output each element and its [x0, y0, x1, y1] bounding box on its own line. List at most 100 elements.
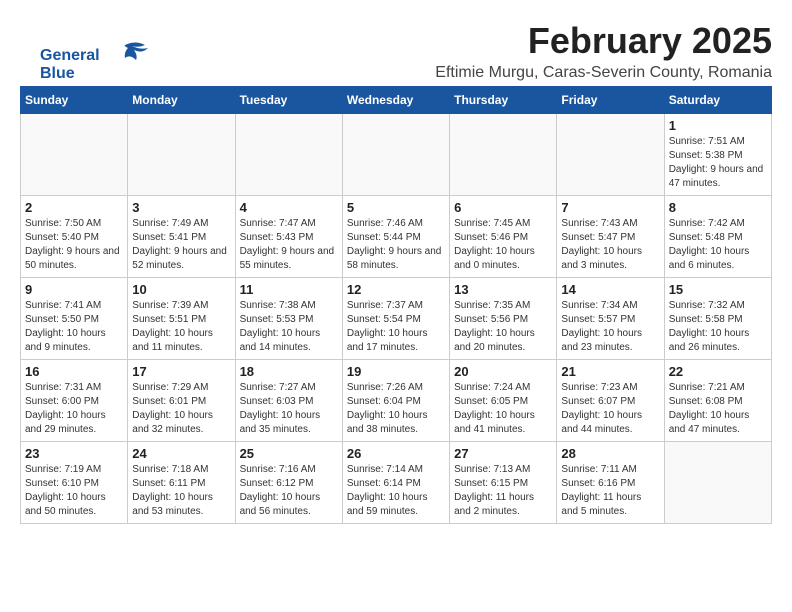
- day-info: Sunrise: 7:37 AM Sunset: 5:54 PM Dayligh…: [347, 299, 445, 355]
- day-number: 1: [669, 118, 767, 133]
- day-number: 6: [454, 200, 552, 215]
- calendar-cell: 6 Sunrise: 7:45 AM Sunset: 5:46 PM Daylig…: [450, 196, 557, 278]
- day-number: 22: [669, 364, 767, 379]
- day-number: 28: [561, 446, 659, 461]
- calendar-cell: 7 Sunrise: 7:43 AM Sunset: 5:47 PM Daylig…: [557, 196, 664, 278]
- calendar-cell: 11 Sunrise: 7:38 AM Sunset: 5:53 PM Dayli…: [235, 278, 342, 360]
- weekday-thursday: Thursday: [450, 87, 557, 114]
- day-number: 4: [240, 200, 338, 215]
- calendar-cell: 2 Sunrise: 7:50 AM Sunset: 5:40 PM Daylig…: [21, 196, 128, 278]
- weekday-sunday: Sunday: [21, 87, 128, 114]
- weekday-header-row: SundayMondayTuesdayWednesdayThursdayFrid…: [21, 87, 772, 114]
- calendar-cell: 17 Sunrise: 7:29 AM Sunset: 6:01 PM Dayli…: [128, 360, 235, 442]
- day-info: Sunrise: 7:49 AM Sunset: 5:41 PM Dayligh…: [132, 217, 230, 273]
- calendar-cell: 28 Sunrise: 7:11 AM Sunset: 6:16 PM Dayli…: [557, 442, 664, 524]
- day-number: 7: [561, 200, 659, 215]
- day-info: Sunrise: 7:47 AM Sunset: 5:43 PM Dayligh…: [240, 217, 338, 273]
- calendar-cell: [21, 114, 128, 196]
- day-info: Sunrise: 7:50 AM Sunset: 5:40 PM Dayligh…: [25, 217, 123, 273]
- calendar-cell: 22 Sunrise: 7:21 AM Sunset: 6:08 PM Dayli…: [664, 360, 771, 442]
- calendar-cell: 4 Sunrise: 7:47 AM Sunset: 5:43 PM Daylig…: [235, 196, 342, 278]
- day-info: Sunrise: 7:34 AM Sunset: 5:57 PM Dayligh…: [561, 299, 659, 355]
- day-number: 19: [347, 364, 445, 379]
- day-info: Sunrise: 7:18 AM Sunset: 6:11 PM Dayligh…: [132, 463, 230, 519]
- calendar-cell: [450, 114, 557, 196]
- calendar-cell: 18 Sunrise: 7:27 AM Sunset: 6:03 PM Dayli…: [235, 360, 342, 442]
- calendar-week-3: 9 Sunrise: 7:41 AM Sunset: 5:50 PM Daylig…: [21, 278, 772, 360]
- weekday-friday: Friday: [557, 87, 664, 114]
- day-info: Sunrise: 7:31 AM Sunset: 6:00 PM Dayligh…: [25, 381, 123, 437]
- calendar-cell: 24 Sunrise: 7:18 AM Sunset: 6:11 PM Dayli…: [128, 442, 235, 524]
- day-number: 15: [669, 282, 767, 297]
- calendar-week-5: 23 Sunrise: 7:19 AM Sunset: 6:10 PM Dayli…: [21, 442, 772, 524]
- day-number: 5: [347, 200, 445, 215]
- day-info: Sunrise: 7:45 AM Sunset: 5:46 PM Dayligh…: [454, 217, 552, 273]
- day-number: 13: [454, 282, 552, 297]
- calendar-cell: 3 Sunrise: 7:49 AM Sunset: 5:41 PM Daylig…: [128, 196, 235, 278]
- day-info: Sunrise: 7:11 AM Sunset: 6:16 PM Dayligh…: [561, 463, 659, 519]
- day-number: 8: [669, 200, 767, 215]
- calendar-cell: 20 Sunrise: 7:24 AM Sunset: 6:05 PM Dayli…: [450, 360, 557, 442]
- calendar-table: SundayMondayTuesdayWednesdayThursdayFrid…: [20, 86, 772, 524]
- day-info: Sunrise: 7:42 AM Sunset: 5:48 PM Dayligh…: [669, 217, 767, 273]
- calendar-cell: 16 Sunrise: 7:31 AM Sunset: 6:00 PM Dayli…: [21, 360, 128, 442]
- calendar-week-4: 16 Sunrise: 7:31 AM Sunset: 6:00 PM Dayli…: [21, 360, 772, 442]
- day-number: 12: [347, 282, 445, 297]
- day-number: 16: [25, 364, 123, 379]
- day-info: Sunrise: 7:29 AM Sunset: 6:01 PM Dayligh…: [132, 381, 230, 437]
- weekday-tuesday: Tuesday: [235, 87, 342, 114]
- calendar-cell: 26 Sunrise: 7:14 AM Sunset: 6:14 PM Dayli…: [342, 442, 449, 524]
- day-info: Sunrise: 7:41 AM Sunset: 5:50 PM Dayligh…: [25, 299, 123, 355]
- day-info: Sunrise: 7:19 AM Sunset: 6:10 PM Dayligh…: [25, 463, 123, 519]
- calendar-cell: 14 Sunrise: 7:34 AM Sunset: 5:57 PM Dayli…: [557, 278, 664, 360]
- day-number: 25: [240, 446, 338, 461]
- weekday-monday: Monday: [128, 87, 235, 114]
- day-number: 24: [132, 446, 230, 461]
- day-info: Sunrise: 7:39 AM Sunset: 5:51 PM Dayligh…: [132, 299, 230, 355]
- svg-text:Blue: Blue: [40, 65, 75, 82]
- day-number: 18: [240, 364, 338, 379]
- calendar-week-2: 2 Sunrise: 7:50 AM Sunset: 5:40 PM Daylig…: [21, 196, 772, 278]
- weekday-saturday: Saturday: [664, 87, 771, 114]
- day-number: 3: [132, 200, 230, 215]
- calendar-cell: 13 Sunrise: 7:35 AM Sunset: 5:56 PM Dayli…: [450, 278, 557, 360]
- calendar-cell: 25 Sunrise: 7:16 AM Sunset: 6:12 PM Dayli…: [235, 442, 342, 524]
- calendar-cell: 5Sunrise: 7:46 AM Sunset: 5:44 PM Daylig…: [342, 196, 449, 278]
- day-info: Sunrise: 7:51 AM Sunset: 5:38 PM Dayligh…: [669, 135, 767, 191]
- day-info: Sunrise: 7:38 AM Sunset: 5:53 PM Dayligh…: [240, 299, 338, 355]
- calendar-cell: 19 Sunrise: 7:26 AM Sunset: 6:04 PM Dayli…: [342, 360, 449, 442]
- day-info: Sunrise: 7:16 AM Sunset: 6:12 PM Dayligh…: [240, 463, 338, 519]
- day-info: Sunrise: 7:21 AM Sunset: 6:08 PM Dayligh…: [669, 381, 767, 437]
- day-info: Sunrise: 7:43 AM Sunset: 5:47 PM Dayligh…: [561, 217, 659, 273]
- day-number: 14: [561, 282, 659, 297]
- day-number: 2: [25, 200, 123, 215]
- weekday-wednesday: Wednesday: [342, 87, 449, 114]
- day-number: 17: [132, 364, 230, 379]
- day-info: Sunrise: 7:13 AM Sunset: 6:15 PM Dayligh…: [454, 463, 552, 519]
- day-number: 20: [454, 364, 552, 379]
- calendar-cell: [342, 114, 449, 196]
- logo: General Blue: [40, 40, 150, 90]
- calendar-cell: [235, 114, 342, 196]
- day-info: Sunrise: 7:27 AM Sunset: 6:03 PM Dayligh…: [240, 381, 338, 437]
- calendar-cell: 9 Sunrise: 7:41 AM Sunset: 5:50 PM Daylig…: [21, 278, 128, 360]
- day-info: Sunrise: 7:32 AM Sunset: 5:58 PM Dayligh…: [669, 299, 767, 355]
- day-number: 9: [25, 282, 123, 297]
- day-info: Sunrise: 7:35 AM Sunset: 5:56 PM Dayligh…: [454, 299, 552, 355]
- day-number: 11: [240, 282, 338, 297]
- day-info: Sunrise: 7:24 AM Sunset: 6:05 PM Dayligh…: [454, 381, 552, 437]
- day-number: 23: [25, 446, 123, 461]
- day-number: 26: [347, 446, 445, 461]
- calendar-cell: 12 Sunrise: 7:37 AM Sunset: 5:54 PM Dayli…: [342, 278, 449, 360]
- day-number: 21: [561, 364, 659, 379]
- day-info: Sunrise: 7:26 AM Sunset: 6:04 PM Dayligh…: [347, 381, 445, 437]
- calendar-cell: 10 Sunrise: 7:39 AM Sunset: 5:51 PM Dayli…: [128, 278, 235, 360]
- day-number: 10: [132, 282, 230, 297]
- day-info: Sunrise: 7:23 AM Sunset: 6:07 PM Dayligh…: [561, 381, 659, 437]
- calendar-cell: [557, 114, 664, 196]
- day-info: Sunrise: 7:14 AM Sunset: 6:14 PM Dayligh…: [347, 463, 445, 519]
- svg-text:General: General: [40, 47, 100, 64]
- calendar-cell: 8 Sunrise: 7:42 AM Sunset: 5:48 PM Daylig…: [664, 196, 771, 278]
- calendar-cell: 23 Sunrise: 7:19 AM Sunset: 6:10 PM Dayli…: [21, 442, 128, 524]
- day-number: 27: [454, 446, 552, 461]
